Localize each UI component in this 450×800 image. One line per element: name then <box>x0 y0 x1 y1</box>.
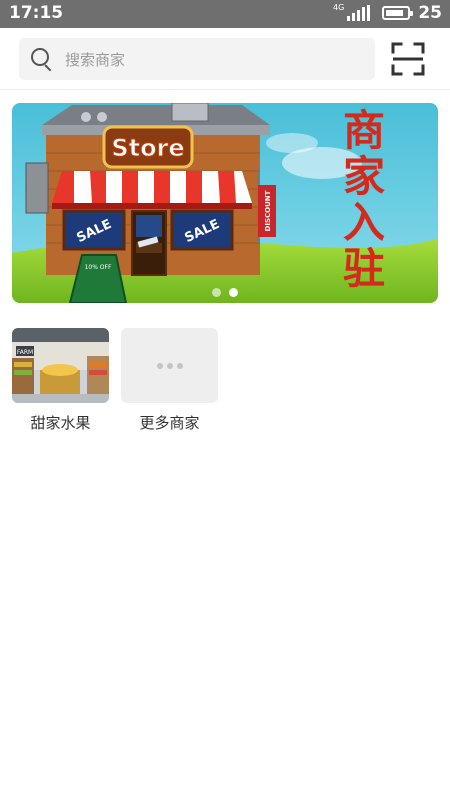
network-type: 4G <box>333 2 345 12</box>
status-icons: 4G 25 <box>333 2 442 24</box>
banner-title-char: 驻 <box>343 244 385 293</box>
battery-level: 25 <box>418 3 442 23</box>
more-merchants-item[interactable]: 更多商家 <box>121 328 218 433</box>
fruit-store-image: FARM <box>12 328 109 403</box>
merchant-item[interactable]: FARM 甜家水果 <box>12 328 109 433</box>
search-header: 搜索商家 <box>0 28 450 90</box>
status-bar: 17:15 4G 25 <box>0 0 450 28</box>
banner-title-char: 家 <box>343 152 385 201</box>
banner-title-char: 入 <box>343 198 385 247</box>
battery-icon <box>382 6 414 20</box>
banner-title: 商家入驻 <box>343 106 385 293</box>
battery-fill <box>386 10 404 16</box>
more-merchants-label: 更多商家 <box>139 414 200 432</box>
merchant-grid: FARM 甜家水果 更多商家 <box>12 328 218 433</box>
banner-image: Store SALE SALE DISCOUNT 10% OFF 商家入驻 <box>12 103 438 303</box>
merchant-label: 甜家水果 <box>30 414 91 432</box>
signal-icon <box>347 5 371 21</box>
more-icon <box>121 328 218 403</box>
search-icon <box>31 48 53 72</box>
farm-sign-text: FARM <box>17 349 33 356</box>
carousel-indicator <box>12 288 438 297</box>
chalkboard-text: 10% OFF <box>85 264 112 271</box>
scan-button[interactable] <box>390 41 426 77</box>
banner-carousel[interactable]: Store SALE SALE DISCOUNT 10% OFF 商家入驻 <box>12 103 438 303</box>
store-sign-text: Store <box>111 134 184 162</box>
merchant-thumbnail: FARM <box>12 328 109 403</box>
scan-icon <box>391 42 425 76</box>
search-input[interactable]: 搜索商家 <box>19 38 375 80</box>
banner-title-char: 商 <box>343 106 385 155</box>
search-placeholder: 搜索商家 <box>65 50 126 69</box>
carousel-dot-2[interactable] <box>229 288 238 297</box>
more-merchants-thumbnail <box>121 328 218 403</box>
status-time: 17:15 <box>9 3 64 23</box>
carousel-dot-1[interactable] <box>212 288 221 297</box>
discount-flag-text: DISCOUNT <box>264 190 272 231</box>
